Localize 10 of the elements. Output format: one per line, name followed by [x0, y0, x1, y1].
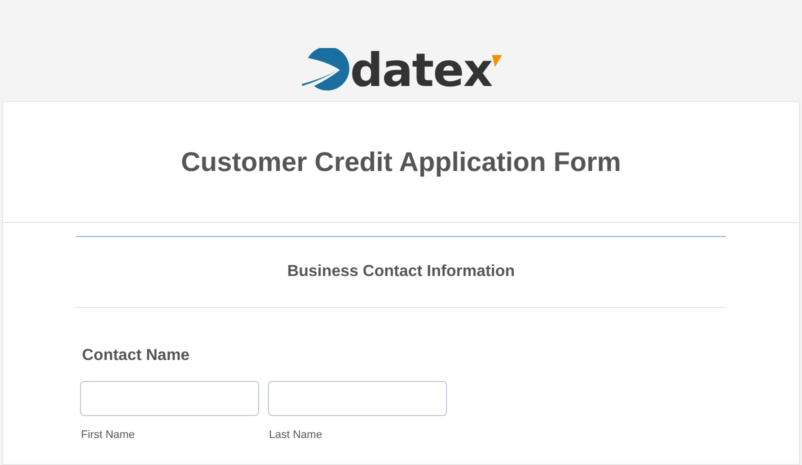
input-field[interactable] — [80, 381, 259, 416]
field-sublabel: First Name — [81, 428, 135, 443]
logo-text: datex — [350, 47, 492, 93]
field-label: Contact Name — [82, 346, 190, 366]
accent-icon — [492, 55, 502, 67]
field-sublabel: Last Name — [269, 428, 322, 443]
globe-logo-icon — [300, 48, 350, 92]
form-title: Customer Credit Application Form — [180, 146, 622, 179]
section-heading: Business Contact Information — [287, 262, 515, 282]
input-field[interactable] — [268, 381, 447, 416]
